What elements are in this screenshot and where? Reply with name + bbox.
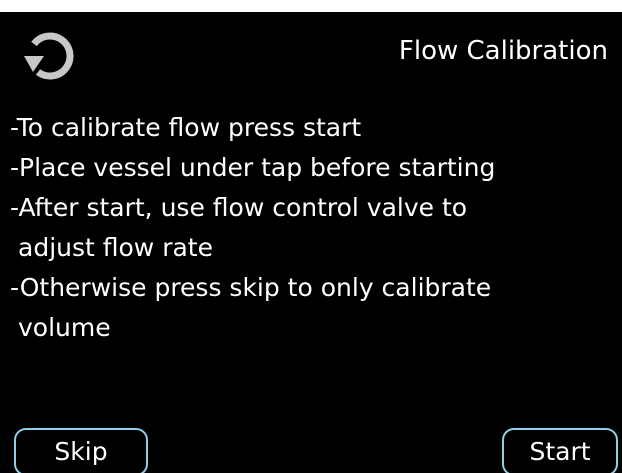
instruction-line: volume [18,313,111,342]
flow-calibration-screen: Flow Calibration -To calibrate flow pres… [0,12,622,473]
circular-arrow-back-icon[interactable] [22,26,78,82]
instruction-line: -Otherwise press skip to only calibrate [10,273,492,302]
circular-arrow-icon-graphic [24,32,74,80]
instruction-line: -After start, use flow control valve to [10,193,468,222]
instruction-line: -Place vessel under tap before starting [10,153,496,182]
skip-button[interactable]: Skip [14,428,148,473]
instructions-text: -To calibrate flow press start -Place ve… [10,108,616,348]
instruction-line: adjust flow rate [18,233,213,262]
start-button[interactable]: Start [502,428,618,473]
page-title: Flow Calibration [398,36,608,66]
instruction-line: -To calibrate flow press start [10,113,362,142]
